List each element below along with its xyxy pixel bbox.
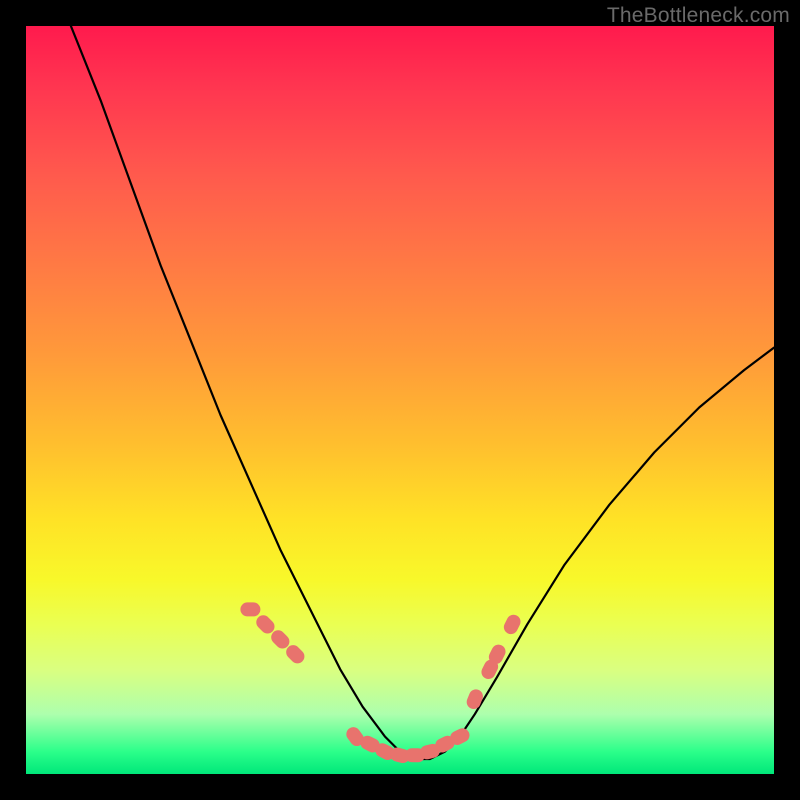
chart-frame: TheBottleneck.com [0, 0, 800, 800]
highlight-dot [465, 687, 485, 711]
highlight-dot [501, 612, 522, 636]
plot-area [26, 26, 774, 774]
curve-layer [26, 26, 774, 774]
bottleneck-curve [71, 26, 774, 759]
highlight-dot [240, 602, 260, 616]
highlight-dots [240, 602, 523, 764]
watermark-text: TheBottleneck.com [607, 4, 790, 28]
